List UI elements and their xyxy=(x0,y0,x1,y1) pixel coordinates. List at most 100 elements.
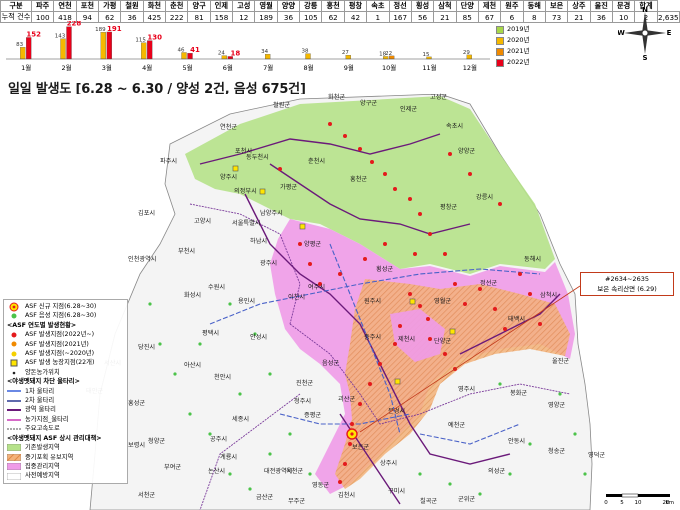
table-header-cell: 홍천 xyxy=(321,0,345,12)
compass-s: S xyxy=(642,54,647,60)
legend-series-name: 2019년 xyxy=(507,25,530,33)
place-label: 화성시 xyxy=(184,292,202,299)
place-label: 강릉시 xyxy=(476,194,494,201)
legend-farm: ASF 발생 농장지점(22개) xyxy=(7,358,124,367)
month-tick-label: 5월 xyxy=(182,63,192,72)
legend-swatch xyxy=(496,25,504,34)
place-label: 정선군 xyxy=(480,280,498,287)
legend-label: 1차 울타리 xyxy=(25,387,55,395)
legend-negative: ASF 음성 지점(6.28~30) xyxy=(7,311,124,320)
place-label: 금산군 xyxy=(256,494,274,501)
place-label: 부여군 xyxy=(164,464,182,471)
place-label: 이천시 xyxy=(288,294,306,301)
bar-value-label: 189 xyxy=(95,27,106,33)
bar-2022년 xyxy=(147,40,153,60)
place-label: 단양군 xyxy=(434,338,452,345)
star-icon xyxy=(7,302,21,312)
table-header-row: 구분 파주 연천 포천 가평 철원 화천 춘천 양구 인제 고성 영월 양양 강릉 홍천 평창 속초 정선 횡성 삼척… xyxy=(0,0,680,12)
callout-id: #2634~2635 xyxy=(605,275,649,283)
black-dot-icon xyxy=(7,369,21,376)
bar-2020년 xyxy=(60,38,66,60)
bar-2020년 xyxy=(20,47,26,60)
place-label: 구미시 xyxy=(388,488,406,495)
legend-label: ASF 발생 농장지점(22개) xyxy=(25,359,95,367)
place-label: 영양군 xyxy=(548,402,566,409)
place-label: 진천군 xyxy=(296,380,314,387)
place-label: 철원군 xyxy=(273,102,291,109)
place-label: 횡성군 xyxy=(376,266,394,273)
legend-label: 사전예방지역 xyxy=(25,472,60,480)
legend-series-name: 2021년 xyxy=(507,47,530,55)
bar-2020년 xyxy=(100,32,106,60)
navy-line-icon xyxy=(7,397,21,404)
callout-location: 보은 속리산면 (6.29) xyxy=(597,285,657,293)
legend-series-name: 2022년 xyxy=(507,58,530,66)
place-label: 가평군 xyxy=(280,184,298,191)
place-label: 속초시 xyxy=(446,123,464,130)
red-dot-icon xyxy=(7,331,21,338)
farm-square-icon xyxy=(7,359,21,367)
legend-label: ASF 음성 지점(6.28~30) xyxy=(25,312,97,320)
table-header-cell: 보은 xyxy=(544,0,569,12)
bar-2022년 xyxy=(66,26,72,60)
place-label: 세종시 xyxy=(232,416,250,423)
place-label: 태백시 xyxy=(508,316,526,323)
compass-n: N xyxy=(642,6,648,14)
place-label: 서울특별시 xyxy=(232,220,261,227)
table-header-cell: 제천 xyxy=(477,0,502,12)
month-tick-label: 8월 xyxy=(303,63,313,72)
place-label: 청양군 xyxy=(148,438,166,445)
legend-road: 주요고속도로 xyxy=(7,424,124,433)
place-label: 예천군 xyxy=(448,422,466,429)
place-label: 원주시 xyxy=(364,298,382,305)
asf-new-positive-points xyxy=(346,428,358,440)
blue-line-icon xyxy=(7,388,21,395)
place-label: 양평군 xyxy=(304,241,322,248)
scale-bar: 0 5 10 20 km xyxy=(604,493,674,506)
legend-label: ASF 발생지점(2021년) xyxy=(25,340,89,348)
bar-value-label: 46 xyxy=(178,47,185,53)
bar-value-label: 191 xyxy=(107,25,122,33)
place-label: 파주시 xyxy=(160,158,178,165)
green-dot-icon xyxy=(7,313,21,320)
legend-label: 집중관리지역 xyxy=(25,462,60,470)
yellow-dot-icon xyxy=(7,350,21,357)
legend-fence-farm: 농가지점_울타리 xyxy=(7,415,124,424)
legend-label: 광역 울타리 xyxy=(25,406,56,414)
place-label: 화천군 xyxy=(328,94,346,101)
place-label: 계룡시 xyxy=(220,454,238,461)
table-header-cell: 단양 xyxy=(455,0,479,12)
monthly-bar-chart: 1월 83152 2월 143228 3월 189 191 4월 115 130 5월 46 41 6월 2… xyxy=(6,21,490,72)
legend-label: 2차 울타리 xyxy=(25,397,55,405)
table-header-cell: 강릉 xyxy=(299,0,323,12)
table-header-cell: 인제 xyxy=(209,0,234,12)
place-label: 안성시 xyxy=(250,334,268,341)
place-label: 서천군 xyxy=(138,492,156,499)
table-header-cell: 양구 xyxy=(187,0,211,12)
place-label: 의성군 xyxy=(488,468,506,475)
table-header-cell: 양양 xyxy=(276,0,301,12)
legend-zone-intensive: 집중관리지역 xyxy=(7,462,124,471)
bar-value-label: 22 xyxy=(385,51,392,57)
place-label: 광주시 xyxy=(260,260,278,267)
table-header-cell: 속초 xyxy=(366,0,390,12)
month-tick-label: 4월 xyxy=(142,63,152,72)
bar-value-label: 24 xyxy=(218,51,225,57)
place-label: 홍성군 xyxy=(128,400,146,407)
legend-label: 양돈농가위치 xyxy=(25,368,60,376)
table-header-cell: 영월 xyxy=(254,0,278,12)
place-label: 홍천군 xyxy=(350,176,368,183)
place-label: 인천광역시 xyxy=(128,256,157,263)
table-header-cell: 상주 xyxy=(567,0,591,12)
legend-label: ASF 신규 지점(6.28~30) xyxy=(25,303,97,310)
bar-value-label: 29 xyxy=(463,50,470,56)
place-label: 청주시 xyxy=(294,398,312,405)
place-label: 영주시 xyxy=(458,386,476,393)
place-label: 봉화군 xyxy=(510,390,528,397)
place-label: 김포시 xyxy=(138,210,156,217)
place-label: 김천시 xyxy=(338,492,356,499)
place-label: 울진군 xyxy=(552,358,570,365)
table-header-cell: 고성 xyxy=(232,0,256,12)
legend-label: ASF 발생지점(~2020년) xyxy=(25,350,95,358)
place-label: 청송군 xyxy=(548,448,566,455)
